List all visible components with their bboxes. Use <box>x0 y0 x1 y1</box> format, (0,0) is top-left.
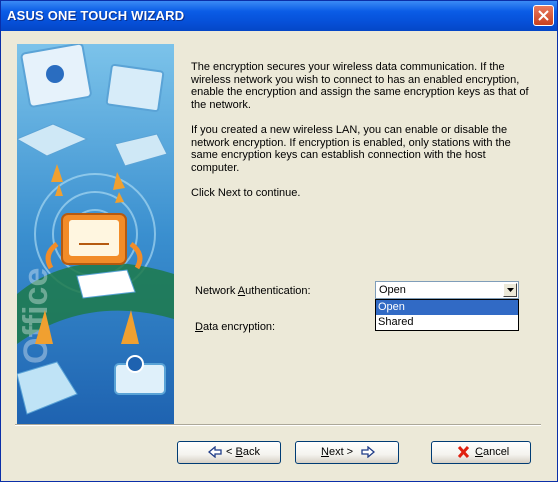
cancel-button-label: Cancel <box>475 446 510 458</box>
window-title: ASUS ONE TOUCH WIZARD <box>7 8 185 23</box>
title-bar[interactable]: ASUS ONE TOUCH WIZARD <box>1 1 557 31</box>
close-button[interactable] <box>533 5 554 26</box>
chevron-down-icon <box>507 288 514 292</box>
dropdown-option-shared[interactable]: Shared <box>376 315 518 330</box>
dropdown-button[interactable] <box>503 283 517 297</box>
network-authentication-select[interactable]: Open <box>375 281 519 299</box>
back-button[interactable]: < Back <box>177 441 281 464</box>
cancel-x-icon <box>457 446 470 458</box>
next-arrow-icon <box>361 446 375 458</box>
network-authentication-value: Open <box>379 284 406 296</box>
back-arrow-icon <box>208 446 222 458</box>
button-divider <box>15 424 541 426</box>
data-encryption-select[interactable] <box>375 331 519 333</box>
dropdown-option-open[interactable]: Open <box>376 300 518 315</box>
back-button-label: < Back <box>226 446 260 458</box>
wizard-content: Office The encryption secures your wirel… <box>5 31 553 479</box>
description-paragraph-2: If you created a new wireless LAN, you c… <box>191 123 511 174</box>
banner-watermark: Office <box>17 268 55 364</box>
description-paragraph-1: The encryption secures your wireless dat… <box>191 61 529 111</box>
next-button-label: Next > <box>321 446 354 458</box>
wizard-banner-image: Office <box>17 44 174 426</box>
next-button[interactable]: Next > <box>295 441 399 464</box>
cancel-button[interactable]: Cancel <box>431 441 531 464</box>
description-paragraph-3: Click Next to continue. <box>191 186 301 199</box>
wizard-description: The encryption secures your wireless dat… <box>191 61 531 212</box>
data-encryption-label: Data encryption: <box>195 321 276 333</box>
network-authentication-dropdown-list: Open Shared <box>375 299 519 331</box>
wizard-window: ASUS ONE TOUCH WIZARD Office The encrypt… <box>0 0 558 482</box>
network-authentication-label: Network Authentication: <box>195 285 311 297</box>
close-icon <box>538 10 549 21</box>
